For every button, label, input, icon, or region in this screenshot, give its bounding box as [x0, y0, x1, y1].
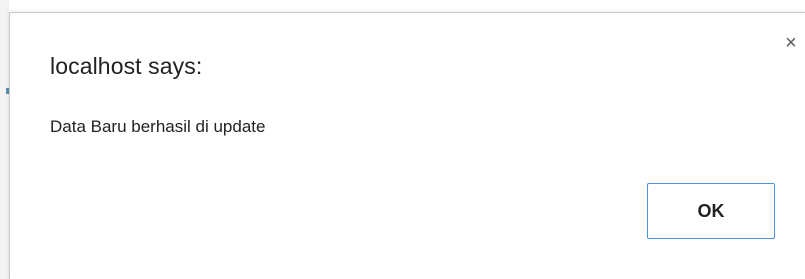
close-icon[interactable]: × — [780, 32, 802, 54]
alert-dialog: localhost says: × Data Baru berhasil di … — [9, 12, 805, 279]
dialog-message: Data Baru berhasil di update — [50, 117, 266, 136]
background-page-edge — [0, 0, 9, 279]
dialog-title: localhost says: — [50, 53, 203, 79]
ok-button-label: OK — [697, 200, 725, 221]
ok-button[interactable]: OK — [647, 183, 775, 239]
